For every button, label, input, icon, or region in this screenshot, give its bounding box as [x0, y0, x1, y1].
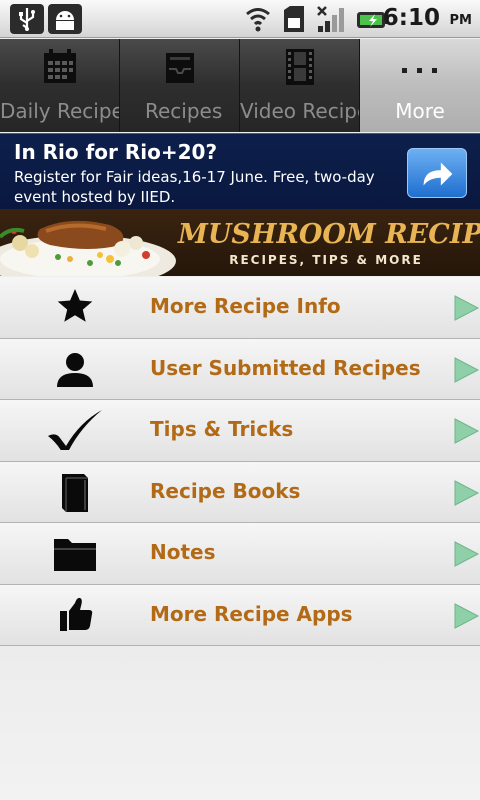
- chevron-right-icon: [454, 356, 480, 383]
- tab-label: More: [395, 99, 445, 123]
- chevron-right-icon: [454, 295, 480, 321]
- folder-icon: [54, 539, 96, 571]
- ad-banner[interactable]: In Rio for Rio+20? Register for Fair ide…: [0, 133, 480, 209]
- empty-list-area: [0, 646, 480, 800]
- tab-bar: Daily Recipes Recipes Video Recipe More: [0, 39, 480, 132]
- menu-item-label: More Recipe Apps: [150, 601, 353, 626]
- book-icon: [62, 473, 88, 512]
- status-time: 6:10: [382, 5, 440, 31]
- tab-label: Daily Recipes: [0, 99, 119, 123]
- ad-open-button[interactable]: [407, 148, 467, 198]
- sim-icon: [284, 6, 304, 32]
- share-arrow-icon: [423, 162, 453, 186]
- menu-item-more-recipe-info[interactable]: More Recipe Info: [0, 277, 480, 339]
- chevron-right-icon: [454, 418, 480, 444]
- more-dots-icon: [402, 68, 437, 73]
- recipe-banner: MUSHROOM RECIPES RECIPES, TIPS & MORE: [0, 209, 480, 276]
- ad-title: In Rio for Rio+20?: [14, 140, 218, 164]
- status-ampm: PM: [449, 13, 472, 28]
- inbox-icon: [166, 53, 194, 83]
- calendar-icon: [44, 49, 76, 83]
- menu-item-tips-and-tricks[interactable]: Tips & Tricks: [0, 400, 480, 462]
- menu-item-user-submitted-recipes[interactable]: User Submitted Recipes: [0, 338, 480, 400]
- tab-video-recipe[interactable]: Video Recipe: [240, 39, 360, 132]
- menu-item-label: Recipe Books: [150, 478, 301, 503]
- android-debug-icon: [48, 4, 82, 34]
- food-plate-image: [0, 220, 176, 276]
- tab-label: Recipes: [145, 99, 223, 123]
- film-icon: [286, 49, 314, 85]
- thumbs-up-icon: [60, 597, 93, 631]
- usb-icon: [10, 4, 44, 34]
- menu-item-label: Tips & Tricks: [150, 417, 294, 441]
- banner-title: MUSHROOM RECIPES: [178, 219, 480, 250]
- tab-label: Video Recipe: [240, 99, 360, 123]
- user-icon: [57, 352, 93, 387]
- chevron-right-icon: [454, 541, 480, 567]
- tab-more[interactable]: More: [360, 39, 480, 132]
- signal-icon: [317, 6, 344, 32]
- menu-list: More Recipe Info User Submitted Recipes …: [0, 277, 480, 646]
- menu-item-label: User Submitted Recipes: [150, 355, 421, 380]
- banner-subtitle: RECIPES, TIPS & MORE: [229, 253, 423, 267]
- menu-item-recipe-books[interactable]: Recipe Books: [0, 461, 480, 523]
- checkmark-icon: [48, 410, 102, 450]
- menu-item-label: Notes: [150, 540, 216, 564]
- menu-item-notes[interactable]: Notes: [0, 523, 480, 585]
- star-icon: [57, 289, 93, 322]
- menu-item-more-recipe-apps[interactable]: More Recipe Apps: [0, 584, 480, 646]
- ad-text: Register for Fair ideas,16-17 June. Free…: [14, 168, 375, 206]
- chevron-right-icon: [454, 602, 480, 629]
- status-bar: 6:10 PM: [0, 0, 480, 38]
- wifi-icon: [246, 8, 270, 32]
- chevron-right-icon: [454, 479, 480, 506]
- tab-daily-recipes[interactable]: Daily Recipes: [0, 39, 120, 132]
- menu-item-label: More Recipe Info: [150, 294, 341, 318]
- tab-recipes[interactable]: Recipes: [120, 39, 240, 132]
